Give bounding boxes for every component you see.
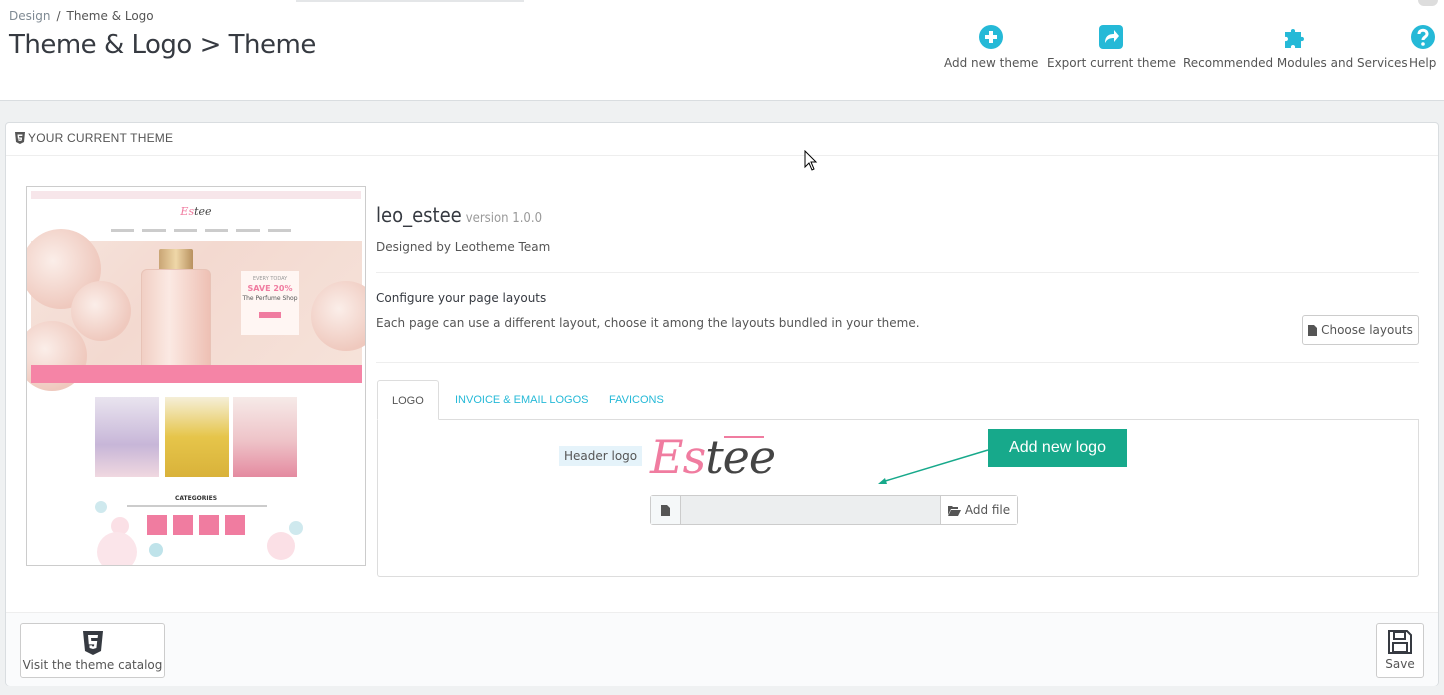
export-current-theme-label: Export current theme [1047,56,1176,70]
layouts-title: Configure your page layouts [376,291,547,305]
preview-product-1 [95,397,159,477]
preview-promo-card: EVERY TODAY SAVE 20% The Perfume Shop [241,271,299,335]
save-label: Save [1385,657,1415,671]
preview-logo: Estee [180,205,212,218]
top-divider [296,0,524,2]
help-label: Help [1409,56,1437,70]
recommended-modules-label: Recommended Modules and Services [1183,56,1408,70]
callout-arrow-icon [878,449,989,484]
panel-heading-text: YOUR CURRENT THEME [28,131,174,145]
logo-file-upload: Add file [650,495,1018,525]
divider [376,362,1419,363]
file-icon [1308,324,1318,336]
choose-layouts-label: Choose layouts [1321,323,1413,337]
preview-pink-band [31,365,362,383]
theme-version: version 1.0.0 [465,211,543,226]
html5-icon [82,631,103,655]
current-theme-panel: YOUR CURRENT THEME Estee EVERY TODAY SAV… [5,122,1439,686]
theme-author: Designed by Leotheme Team [376,240,551,254]
add-new-theme-label: Add new theme [944,56,1039,70]
export-current-theme-button[interactable]: Export current theme [1047,24,1176,70]
panel-footer: Visit the theme catalog Save [6,612,1438,686]
tab-logo[interactable]: LOGO [377,380,439,420]
breadcrumb-current: Theme & Logo [66,9,154,23]
preview-hero-banner: EVERY TODAY SAVE 20% The Perfume Shop [27,229,365,391]
add-file-button[interactable]: Add file [940,496,1017,524]
puzzle-icon [1285,29,1305,48]
help-button[interactable]: Help [1409,24,1436,70]
choose-layouts-button[interactable]: Choose layouts [1302,315,1419,345]
preview-topbar [31,191,361,199]
page-header: Design / Theme & Logo Theme & Logo > Theme… [0,0,1444,101]
current-logo-image: Estee [650,430,776,484]
panel-heading: YOUR CURRENT THEME [6,123,1438,156]
tab-favicons[interactable]: FAVICONS [609,380,664,420]
preview-product-3 [233,397,297,477]
header-logo-label: Header logo [559,446,643,466]
breadcrumb-design-link[interactable]: Design [9,9,50,23]
folder-open-icon [947,505,961,516]
save-button[interactable]: Save [1376,623,1424,678]
theme-name-text: leo_estee [376,203,462,227]
preview-nav [111,229,291,233]
breadcrumb-separator: / [56,9,61,23]
share-icon [1099,25,1124,49]
layouts-description: Each page can use a different layout, ch… [376,316,920,330]
corner-decoration [1418,0,1438,6]
question-circle-icon [1410,25,1435,49]
visit-theme-catalog-label: Visit the theme catalog [22,658,163,672]
breadcrumb: Design / Theme & Logo [9,9,154,23]
theme-preview-image: Estee EVERY TODAY SAVE 20% The Perfume S… [26,186,366,566]
add-new-logo-callout: Add new logo [988,429,1127,467]
add-new-theme-button[interactable]: Add new theme [944,24,1038,70]
html5-icon [15,132,25,144]
page-title: Theme & Logo > Theme [9,30,316,60]
save-icon [1388,630,1412,654]
add-file-label: Add file [964,503,1011,517]
plus-circle-icon [979,25,1004,49]
tab-invoice-email-logos[interactable]: INVOICE & EMAIL LOGOS [455,380,588,420]
visit-theme-catalog-button[interactable]: Visit the theme catalog [20,623,165,678]
file-icon [651,496,681,524]
theme-name: leo_estee version 1.0.0 [376,203,542,227]
preview-categories-title: CATEGORIES [174,495,218,502]
mouse-cursor-icon [804,150,818,171]
preview-product-2 [165,397,229,477]
logo-tabs: LOGO INVOICE & EMAIL LOGOS FAVICONS [377,380,1419,420]
divider [376,272,1419,273]
recommended-modules-button[interactable]: Recommended Modules and Services [1183,24,1408,70]
logo-file-input[interactable] [681,496,940,524]
